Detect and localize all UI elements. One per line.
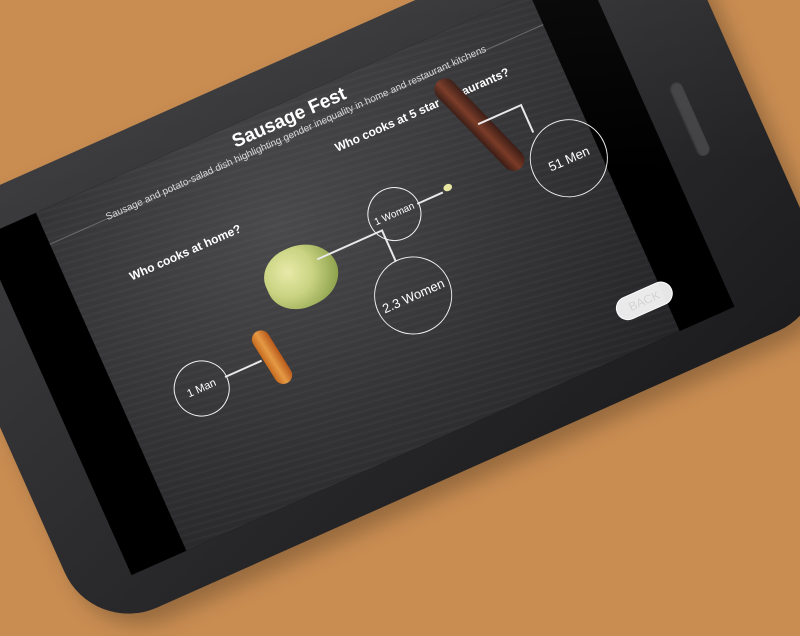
connector-line — [224, 359, 262, 378]
label-women-home: 2.3 Women — [379, 275, 447, 316]
potato-salad-image — [255, 232, 349, 320]
phone-device: Sausage Fest Sausage and potato-salad di… — [0, 0, 800, 636]
label-man: 1 Man — [185, 376, 219, 401]
phone-screen: Sausage Fest Sausage and potato-salad di… — [0, 0, 735, 576]
potato-salad-crumb-image — [442, 182, 454, 193]
question-home: Who cooks at home? — [127, 221, 244, 284]
label-circle-man: 1 Man — [164, 351, 239, 426]
label-circle-women-home: 2.3 Women — [361, 243, 465, 347]
label-woman-restaurant: 1 Woman — [372, 200, 417, 228]
small-sausage-image — [248, 326, 296, 388]
connector-line — [416, 191, 444, 205]
label-circle-woman-restaurant: 1 Woman — [358, 178, 431, 250]
page-subtitle: Sausage and potato-salad dish highlighti… — [104, 44, 489, 224]
connector-line — [519, 103, 534, 133]
label-men-restaurant: 51 Men — [545, 142, 592, 174]
earpiece — [666, 79, 712, 159]
connector-line — [316, 229, 382, 260]
slate-board: Sausage Fest Sausage and potato-salad di… — [35, 0, 680, 551]
back-button[interactable]: BACK — [612, 277, 677, 325]
label-circle-men-restaurant: 51 Men — [517, 106, 621, 210]
